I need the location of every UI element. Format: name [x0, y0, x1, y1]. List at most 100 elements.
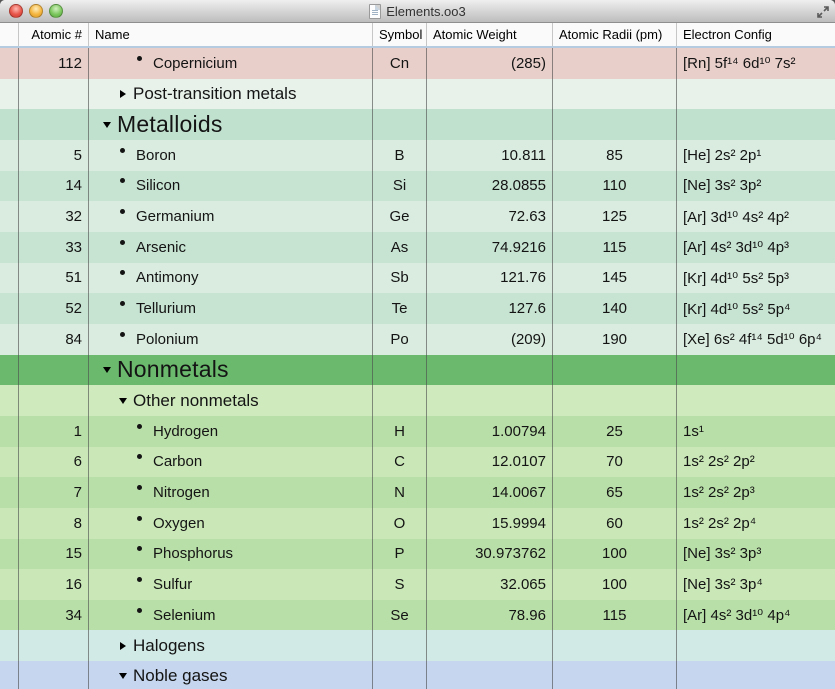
atomic-radii-cell[interactable]: 60 — [553, 508, 677, 539]
atomic-weight-cell[interactable]: 78.96 — [427, 600, 553, 631]
atomic-number-cell[interactable] — [19, 79, 89, 110]
name-cell[interactable]: Halogens — [89, 630, 373, 661]
table-row[interactable]: 16 Sulfur S 32.065 100 [Ne] 3s² 3p⁴ — [0, 569, 835, 600]
atomic-number-cell[interactable]: 16 — [19, 569, 89, 600]
electron-config-cell[interactable]: [Ne] 3s² 3p³ — [677, 539, 835, 570]
atomic-radii-cell[interactable]: 100 — [553, 569, 677, 600]
table-row[interactable]: Noble gases — [0, 661, 835, 689]
atomic-number-cell[interactable]: 34 — [19, 600, 89, 631]
fullscreen-button[interactable] — [815, 4, 830, 19]
disclosure-triangle-collapsed-icon[interactable] — [118, 642, 127, 650]
zoom-button[interactable] — [49, 4, 63, 18]
table-row[interactable]: 32 Germanium Ge 72.63 125 [Ar] 3d¹⁰ 4s² … — [0, 201, 835, 232]
symbol-cell[interactable]: O — [373, 508, 427, 539]
atomic-weight-cell[interactable]: 72.63 — [427, 201, 553, 232]
item-bullet-handle[interactable] — [118, 275, 127, 280]
row-label[interactable]: Hydrogen — [153, 423, 218, 440]
row-label[interactable]: Phosphorus — [153, 545, 233, 562]
atomic-number-cell[interactable]: 84 — [19, 324, 89, 355]
table-row[interactable]: 51 Antimony Sb 121.76 145 [Kr] 4d¹⁰ 5s² … — [0, 263, 835, 294]
atomic-radii-cell[interactable]: 145 — [553, 263, 677, 294]
row-label[interactable]: Metalloids — [117, 111, 223, 138]
item-bullet-handle[interactable] — [118, 153, 127, 158]
name-cell[interactable]: Boron — [89, 140, 373, 171]
table-row[interactable]: Other nonmetals — [0, 385, 835, 416]
symbol-cell[interactable] — [373, 355, 427, 386]
column-header-atomic-radii[interactable]: Atomic Radii (pm) — [553, 23, 677, 46]
atomic-radii-cell[interactable] — [553, 661, 677, 689]
disclosure-triangle-expanded-icon[interactable] — [102, 122, 111, 128]
atomic-radii-cell[interactable] — [553, 48, 677, 79]
column-header-atomic-weight[interactable]: Atomic Weight — [427, 23, 553, 46]
symbol-cell[interactable] — [373, 109, 427, 140]
electron-config-cell[interactable]: [Ar] 4s² 3d¹⁰ 4p⁴ — [677, 600, 835, 631]
item-bullet-handle[interactable] — [135, 459, 144, 464]
symbol-cell[interactable]: Sb — [373, 263, 427, 294]
atomic-number-cell[interactable]: 1 — [19, 416, 89, 447]
item-bullet-handle[interactable] — [135, 61, 144, 66]
table-row[interactable]: 15 Phosphorus P 30.973762 100 [Ne] 3s² 3… — [0, 539, 835, 570]
symbol-cell[interactable]: N — [373, 477, 427, 508]
atomic-weight-cell[interactable]: (285) — [427, 48, 553, 79]
electron-config-cell[interactable]: 1s² 2s² 2p² — [677, 447, 835, 478]
atomic-weight-cell[interactable]: 30.973762 — [427, 539, 553, 570]
row-label[interactable]: Oxygen — [153, 515, 205, 532]
row-label[interactable]: Post-transition metals — [133, 84, 296, 104]
column-header-electron-config[interactable]: Electron Config — [677, 23, 835, 46]
table-row[interactable]: 6 Carbon C 12.0107 70 1s² 2s² 2p² — [0, 447, 835, 478]
row-label[interactable]: Silicon — [136, 177, 180, 194]
symbol-cell[interactable]: Te — [373, 293, 427, 324]
electron-config-cell[interactable]: [He] 2s² 2p¹ — [677, 140, 835, 171]
name-cell[interactable]: Selenium — [89, 600, 373, 631]
table-row[interactable]: Nonmetals — [0, 355, 835, 386]
atomic-weight-cell[interactable]: 12.0107 — [427, 447, 553, 478]
atomic-number-cell[interactable]: 32 — [19, 201, 89, 232]
minimize-button[interactable] — [29, 4, 43, 18]
row-label[interactable]: Selenium — [153, 607, 216, 624]
atomic-radii-cell[interactable]: 100 — [553, 539, 677, 570]
table-row[interactable]: 8 Oxygen O 15.9994 60 1s² 2s² 2p⁴ — [0, 508, 835, 539]
column-header-name[interactable]: Name — [89, 23, 373, 46]
table-row[interactable]: 84 Polonium Po (209) 190 [Xe] 6s² 4f¹⁴ 5… — [0, 324, 835, 355]
row-label[interactable]: Germanium — [136, 208, 214, 225]
atomic-radii-cell[interactable]: 115 — [553, 232, 677, 263]
atomic-radii-cell[interactable]: 25 — [553, 416, 677, 447]
atomic-number-cell[interactable] — [19, 630, 89, 661]
name-cell[interactable]: Phosphorus — [89, 539, 373, 570]
electron-config-cell[interactable] — [677, 109, 835, 140]
symbol-cell[interactable]: Cn — [373, 48, 427, 79]
atomic-weight-cell[interactable]: (209) — [427, 324, 553, 355]
table-row[interactable]: 112 Copernicium Cn (285) [Rn] 5f¹⁴ 6d¹⁰ … — [0, 48, 835, 79]
atomic-weight-cell[interactable]: 32.065 — [427, 569, 553, 600]
atomic-radii-cell[interactable] — [553, 109, 677, 140]
name-cell[interactable]: Oxygen — [89, 508, 373, 539]
atomic-radii-cell[interactable]: 85 — [553, 140, 677, 171]
electron-config-cell[interactable] — [677, 661, 835, 689]
disclosure-triangle-expanded-icon[interactable] — [118, 398, 127, 404]
atomic-weight-cell[interactable] — [427, 385, 553, 416]
atomic-radii-cell[interactable]: 115 — [553, 600, 677, 631]
atomic-number-cell[interactable] — [19, 355, 89, 386]
name-cell[interactable]: Silicon — [89, 171, 373, 202]
atomic-weight-cell[interactable]: 10.811 — [427, 140, 553, 171]
atomic-number-cell[interactable]: 6 — [19, 447, 89, 478]
electron-config-cell[interactable]: 1s² 2s² 2p³ — [677, 477, 835, 508]
symbol-cell[interactable]: P — [373, 539, 427, 570]
table-row[interactable]: 52 Tellurium Te 127.6 140 [Kr] 4d¹⁰ 5s² … — [0, 293, 835, 324]
row-label[interactable]: Antimony — [136, 269, 199, 286]
electron-config-cell[interactable]: 1s¹ — [677, 416, 835, 447]
item-bullet-handle[interactable] — [135, 551, 144, 556]
atomic-radii-cell[interactable] — [553, 385, 677, 416]
atomic-number-cell[interactable] — [19, 661, 89, 689]
electron-config-cell[interactable] — [677, 385, 835, 416]
disclosure-triangle-expanded-icon[interactable] — [102, 367, 111, 373]
name-cell[interactable]: Tellurium — [89, 293, 373, 324]
item-bullet-handle[interactable] — [118, 245, 127, 250]
atomic-radii-cell[interactable]: 70 — [553, 447, 677, 478]
row-label[interactable]: Halogens — [133, 636, 205, 656]
row-label[interactable]: Other nonmetals — [133, 391, 259, 411]
symbol-cell[interactable]: B — [373, 140, 427, 171]
atomic-number-cell[interactable] — [19, 385, 89, 416]
atomic-weight-cell[interactable]: 14.0067 — [427, 477, 553, 508]
atomic-radii-cell[interactable]: 125 — [553, 201, 677, 232]
